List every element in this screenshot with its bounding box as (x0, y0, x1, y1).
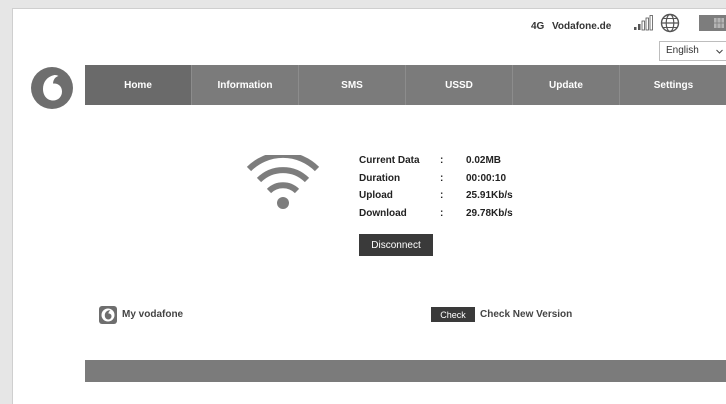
globe-icon[interactable] (660, 13, 680, 33)
footer-bar (85, 360, 726, 382)
network-type-label: 4G (531, 21, 545, 32)
stat-separator: : (440, 207, 444, 219)
signal-bars-icon (634, 15, 653, 31)
nav-item-information[interactable]: Information (192, 65, 299, 105)
stat-row-upload: Upload : 25.91Kb/s (359, 190, 559, 208)
language-select[interactable]: English (659, 41, 726, 61)
nav-item-ussd[interactable]: USSD (406, 65, 513, 105)
stat-value-download: 29.78Kb/s (466, 207, 513, 219)
nav-item-settings[interactable]: Settings (620, 65, 726, 105)
stat-label: Upload (359, 190, 393, 201)
vodafone-logo (31, 67, 73, 109)
stat-label: Download (359, 207, 407, 219)
nav-item-home[interactable]: Home (85, 65, 192, 105)
stat-row-current-data: Current Data : 0.02MB (359, 155, 559, 173)
language-selected-value: English (666, 45, 699, 56)
stat-value-upload: 25.91Kb/s (466, 190, 513, 201)
stat-separator: : (440, 190, 444, 201)
check-new-version-label: Check New Version (480, 309, 573, 320)
connection-stats: Current Data : 0.02MB Duration : 00:00:1… (359, 155, 559, 225)
nav-item-update[interactable]: Update (513, 65, 620, 105)
nav-item-sms[interactable]: SMS (299, 65, 406, 105)
operator-name: Vodafone.de (552, 21, 612, 32)
chevron-down-icon (716, 49, 723, 54)
page-container: 4G Vodafone.de English Home Information (12, 8, 726, 404)
stat-row-download: Download : 29.78Kb/s (359, 208, 559, 226)
stat-row-duration: Duration : 00:00:10 (359, 173, 559, 191)
stat-separator: : (440, 172, 444, 184)
stat-value-current-data: 0.02MB (466, 155, 502, 166)
my-vodafone-icon[interactable] (99, 306, 117, 324)
wifi-icon (246, 155, 320, 209)
sim-card-icon (699, 15, 726, 31)
my-vodafone-link[interactable]: My vodafone (122, 309, 183, 320)
check-button[interactable]: Check (431, 307, 475, 322)
stat-value-duration: 00:00:10 (466, 172, 507, 184)
main-nav: Home Information SMS USSD Update Setting… (85, 65, 726, 105)
disconnect-button[interactable]: Disconnect (359, 234, 433, 256)
stat-label: Current Data (359, 155, 420, 166)
stat-label: Duration (359, 172, 401, 184)
stat-separator: : (440, 155, 444, 166)
